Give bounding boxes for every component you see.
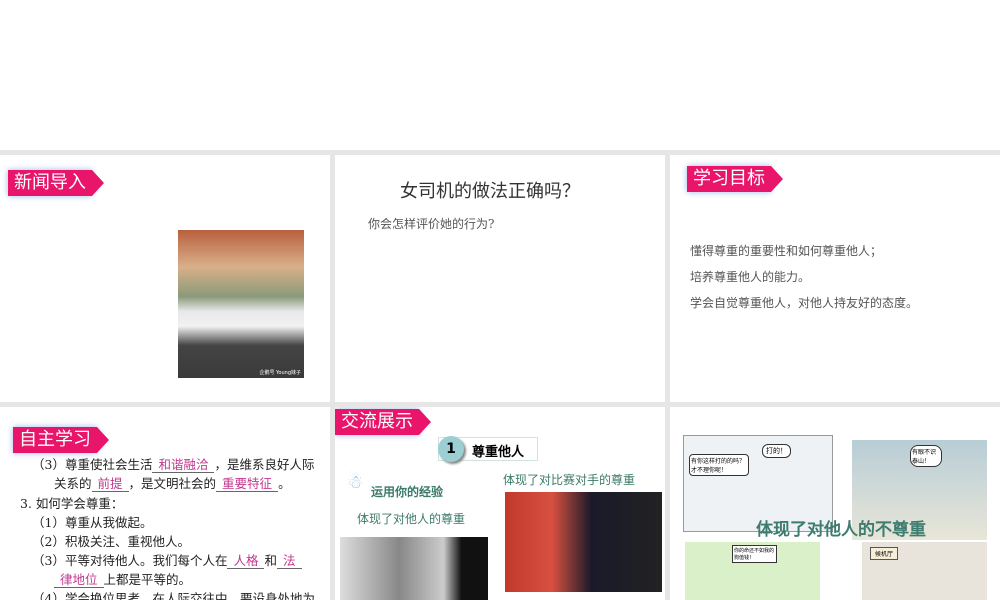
sign: 候机厅: [870, 547, 899, 560]
badminton-photo: [505, 492, 662, 592]
goal-item: 培养尊重他人的能力。: [690, 270, 811, 284]
number-badge: 1: [438, 436, 464, 462]
heading-box: 1 尊重他人: [438, 436, 538, 462]
gray-photo: [340, 537, 488, 600]
overlay-caption: 体现了对他人的不尊重: [756, 520, 926, 540]
speech-bubble: 有眼不识泰山！: [910, 445, 942, 467]
slide-grid: 新闻导入 企鹅号 Young妹子 女司机的做法正确吗？ 你会怎样评价她的行为? …: [0, 150, 1000, 600]
slide-2[interactable]: 女司机的做法正确吗？ 你会怎样评价她的行为?: [335, 155, 665, 402]
heading-text: 尊重他人: [472, 445, 525, 460]
speech-bubble: 你的命还不如我的狗值钱！: [732, 545, 777, 563]
goal-item: 学会自觉尊重他人，对他人持友好的态度。: [690, 296, 919, 310]
text-line: （2）积极关注、重视他人。: [32, 534, 190, 549]
speech-bubble: 打的！: [762, 444, 791, 458]
slide-5[interactable]: 交流展示 1 尊重他人 ☃ 运用你的经验 体现了对他人的尊重 体现了对比赛对手的…: [335, 407, 665, 600]
slide-1[interactable]: 新闻导入 企鹅号 Young妹子: [0, 155, 330, 402]
right-caption: 体现了对比赛对手的尊重: [503, 473, 636, 487]
slide-4[interactable]: 自主学习 （3）尊重使社会生活 和谐融洽 ，是维系良好人际 关系的 前提 ，是文明社会的…: [0, 407, 330, 600]
goal-item: 懂得尊重的重要性和如何尊重他人；: [690, 244, 883, 258]
text-line: （4）学会换位思考。在人际交往中，要设身处地为: [32, 591, 315, 600]
photo-caption: 企鹅号 Young妹子: [259, 370, 301, 376]
cartoon-dog: 你的命还不如我的狗值钱！: [685, 542, 820, 600]
text-line: （3）平等对待他人。我们每个人在 人格和法: [32, 551, 302, 570]
slide-3[interactable]: 学习目标 懂得尊重的重要性和如何尊重他人； 培养尊重他人的能力。 学会自觉尊重他…: [670, 155, 1000, 402]
left-caption: 体现了对他人的尊重: [357, 512, 466, 526]
slide-title: 女司机的做法正确吗？: [400, 181, 580, 202]
news-photo: 企鹅号 Young妹子: [178, 230, 304, 378]
text-line: （3）尊重使社会生活 和谐融洽 ，是维系良好人际: [32, 457, 315, 473]
speech-bubble: 有你这样打的的吗？才不理你呢！: [689, 454, 749, 476]
text-line: （1）尊重从我做起。: [32, 515, 153, 530]
cartoon-airport: 候机厅: [862, 542, 987, 600]
section-tag: 新闻导入: [8, 170, 104, 196]
experience-label: 运用你的经验: [371, 485, 444, 499]
section-tag: 学习目标: [687, 166, 783, 192]
text-line: 3. 如何学会尊重：: [20, 496, 124, 511]
text-line: 关系的 前提 ，是文明社会的 重要特征。: [54, 476, 291, 492]
question-text: 你会怎样评价她的行为?: [368, 217, 495, 231]
section-tag: 自主学习: [13, 427, 109, 453]
section-tag: 交流展示: [335, 409, 431, 435]
slide-6[interactable]: 打的！ 有你这样打的的吗？才不理你呢！ 有眼不识泰山！ 你的命还不如我的狗值钱！…: [670, 407, 1000, 600]
text-line: 律地位 上都是平等的。: [54, 570, 191, 589]
mascot-icon: ☃: [347, 472, 364, 493]
